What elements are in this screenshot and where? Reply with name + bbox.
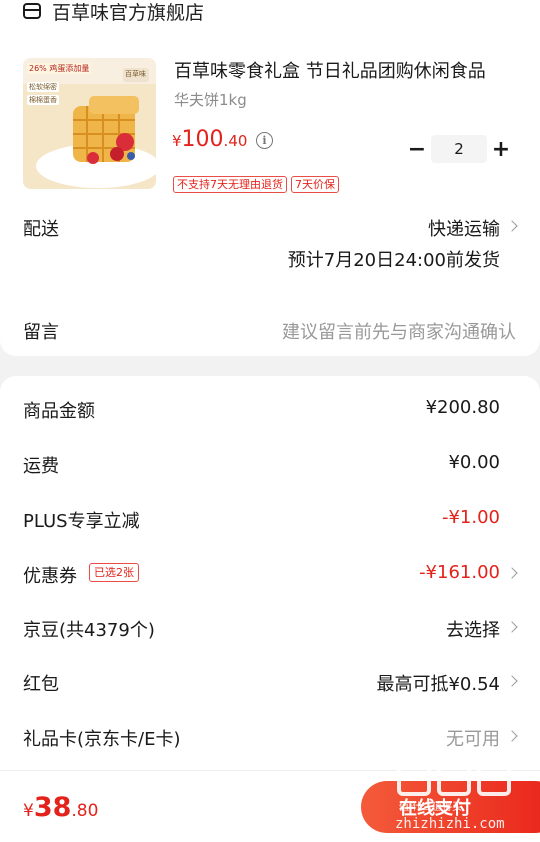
freight-label: 运费 <box>23 456 59 477</box>
store-header[interactable]: 百草味官方旗舰店 <box>22 0 204 26</box>
delivery-label: 配送 <box>23 219 59 240</box>
product-title[interactable]: 百草味零食礼盒 节日礼品团购休闲食品 <box>174 57 514 83</box>
thumb-chip-2: 棉棉蛋香 <box>27 95 59 105</box>
order-card-top: 百草味官方旗舰店 26% 鸡蛋添加量 松软绵密 棉棉蛋香 百草味 百草味零食礼盒… <box>0 0 540 356</box>
plus-discount-value: -¥1.00 <box>441 507 500 528</box>
delivery-method[interactable]: 快递运输 <box>428 215 500 241</box>
message-input[interactable]: 建议留言前先与商家沟通确认 <box>282 318 516 344</box>
plus-discount-label: PLUS专享立减 <box>23 511 140 532</box>
coupon-value[interactable]: -¥161.00 <box>419 562 500 583</box>
jingdou-label[interactable]: 京豆(共4379个) <box>23 616 155 642</box>
quantity-stepper: − 2 + <box>406 135 512 163</box>
coupon-label[interactable]: 优惠券 <box>23 562 77 588</box>
delivery-chevron-icon[interactable] <box>506 220 518 232</box>
thumb-banner: 26% 鸡蛋添加量 <box>27 63 92 74</box>
price-currency: ¥ <box>172 132 182 150</box>
product-service-tags: 不支持7天无理由退货 7天价保 <box>173 176 343 193</box>
product-price: ¥ 100 .40 <box>172 127 247 152</box>
store-name: 百草味官方旗舰店 <box>52 1 205 24</box>
thumb-chip-1: 松软绵密 <box>27 82 59 92</box>
gift-card-label[interactable]: 礼品卡(京东卡/E卡) <box>23 725 180 751</box>
checkout-footer: ¥ 38 .80 在线支付 <box>0 770 540 842</box>
total-currency: ¥ <box>23 801 34 821</box>
freight-value: ¥0.00 <box>448 452 500 473</box>
product-spec: 华夫饼1kg <box>174 91 247 109</box>
gift-card-value[interactable]: 无可用 <box>446 725 500 751</box>
goods-amount-value: ¥200.80 <box>425 397 500 418</box>
red-packet-value[interactable]: 最高可抵¥0.54 <box>376 670 500 696</box>
red-packet-label[interactable]: 红包 <box>23 670 59 696</box>
decrease-quantity-button[interactable]: − <box>406 135 428 163</box>
price-protect-tag: 7天价保 <box>291 176 339 193</box>
total-integer: 38 <box>33 792 72 823</box>
jingdou-value[interactable]: 去选择 <box>446 616 500 642</box>
product-thumbnail[interactable]: 26% 鸡蛋添加量 松软绵密 棉棉蛋香 百草味 <box>23 58 156 189</box>
no-return-tag: 不支持7天无理由退货 <box>173 176 287 193</box>
price-integer: 100 <box>181 127 224 152</box>
delivery-eta: 预计7月20日24:00前发货 <box>287 250 500 271</box>
submit-order-button[interactable]: 在线支付 <box>361 781 540 833</box>
total-price: ¥ 38 .80 <box>23 792 98 823</box>
thumb-brand-label: 百草味 <box>125 70 146 78</box>
price-info-icon[interactable]: i <box>256 132 273 149</box>
goods-amount-label: 商品金额 <box>23 401 95 422</box>
quantity-value[interactable]: 2 <box>431 135 487 163</box>
coupon-selected-badge: 已选2张 <box>89 563 139 582</box>
price-decimal: .40 <box>223 132 248 150</box>
increase-quantity-button[interactable]: + <box>490 135 512 163</box>
total-decimal: .80 <box>71 801 99 821</box>
message-label: 留言 <box>23 322 59 343</box>
store-icon <box>22 1 42 21</box>
